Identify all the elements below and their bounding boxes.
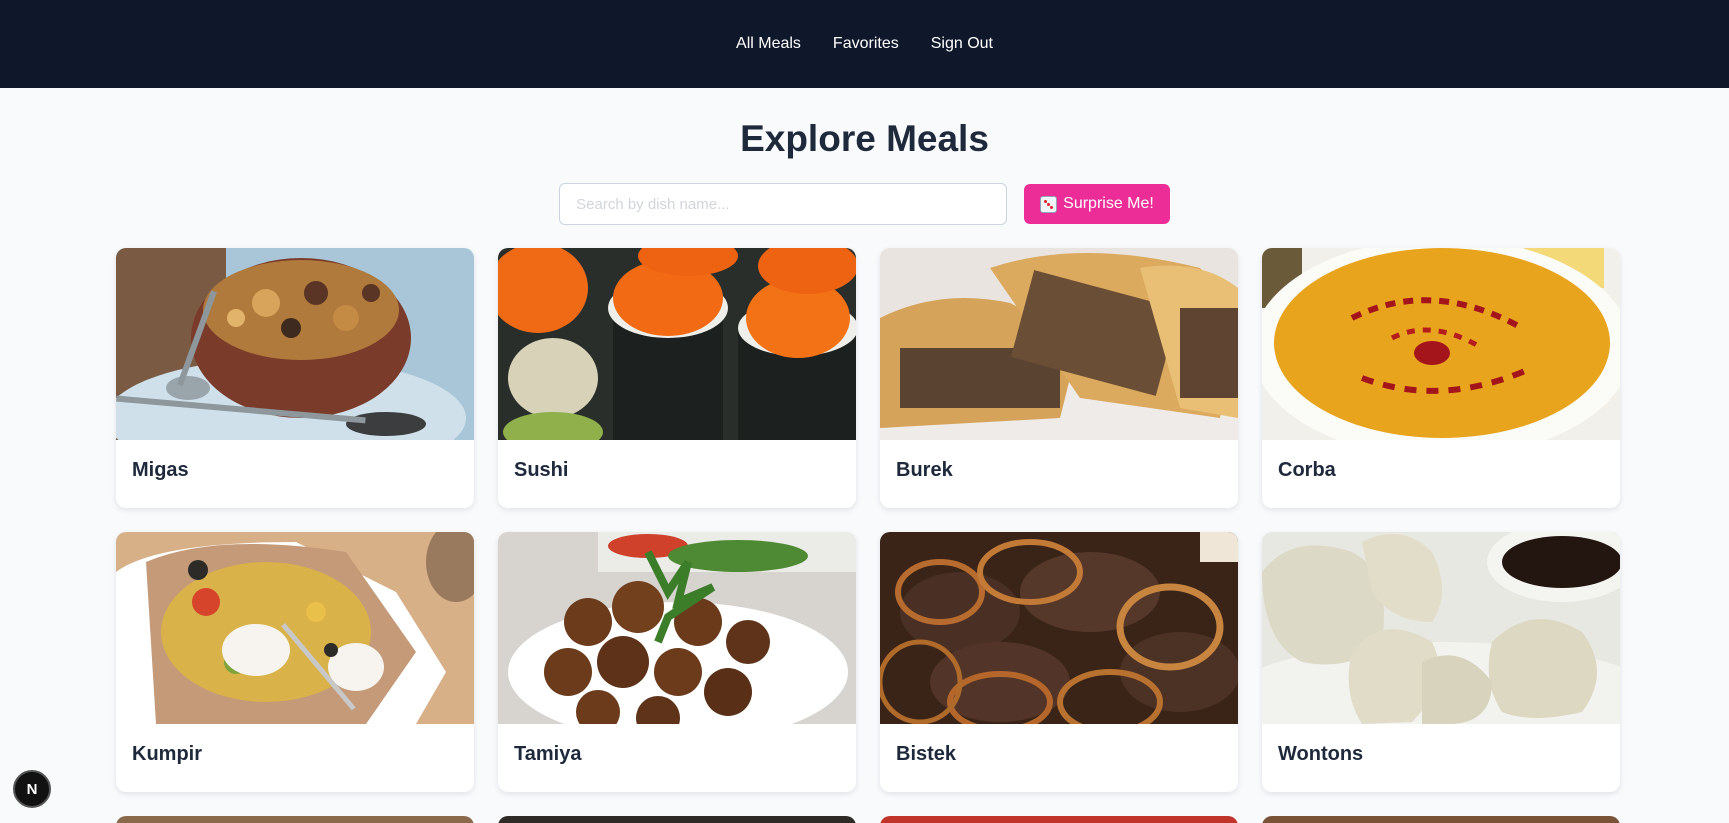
meal-card-peek [116,816,474,823]
nav-sign-out[interactable]: Sign Out [931,35,993,53]
meal-name: Migas [132,459,189,481]
page-title: Explore Meals [740,118,989,159]
surprise-me-button[interactable]: Surprise Me! [1024,184,1170,224]
meal-name: Corba [1278,459,1336,481]
meal-name: Wontons [1278,743,1364,765]
meal-image-kumpir [116,532,474,724]
meal-card-corba[interactable]: Corba [1262,248,1620,508]
meal-name: Sushi [514,459,569,481]
meal-image-migas [116,248,474,440]
meal-card-migas[interactable]: Migas [116,248,474,508]
meal-image-burek [880,248,1238,440]
meal-image-bistek [880,532,1238,724]
meal-card-peek [498,816,856,823]
nav-all-meals[interactable]: All Meals [736,35,801,53]
meal-card-peek [880,816,1238,823]
meal-card-bistek[interactable]: Bistek [880,532,1238,792]
meal-name: Burek [896,459,953,481]
meal-card-wontons[interactable]: Wontons [1262,532,1620,792]
meal-name: Tamiya [514,743,582,765]
surprise-me-label: Surprise Me! [1063,195,1154,212]
meal-grid: Migas Sushi Burek Corba Kumpir Tamiya Bi… [116,248,1729,792]
dev-tools-badge[interactable]: N [13,770,51,808]
meal-image-tamiya [498,532,856,724]
meal-name: Bistek [896,743,957,765]
meal-card-burek[interactable]: Burek [880,248,1238,508]
dice-icon [1040,195,1058,213]
meal-card-kumpir[interactable]: Kumpir [116,532,474,792]
meal-image-wontons [1262,532,1620,724]
meal-image-corba [1262,248,1620,440]
top-navbar: All Meals Favorites Sign Out [0,0,1729,88]
meal-name: Kumpir [132,743,202,765]
nav-favorites[interactable]: Favorites [833,35,899,53]
meal-card-tamiya[interactable]: Tamiya [498,532,856,792]
meal-card-sushi[interactable]: Sushi [498,248,856,508]
search-bar: Surprise Me! [0,183,1729,225]
meal-image-sushi [498,248,856,440]
meal-card-peek [1262,816,1620,823]
search-input[interactable] [559,183,1008,225]
next-row-peek [116,816,1729,823]
